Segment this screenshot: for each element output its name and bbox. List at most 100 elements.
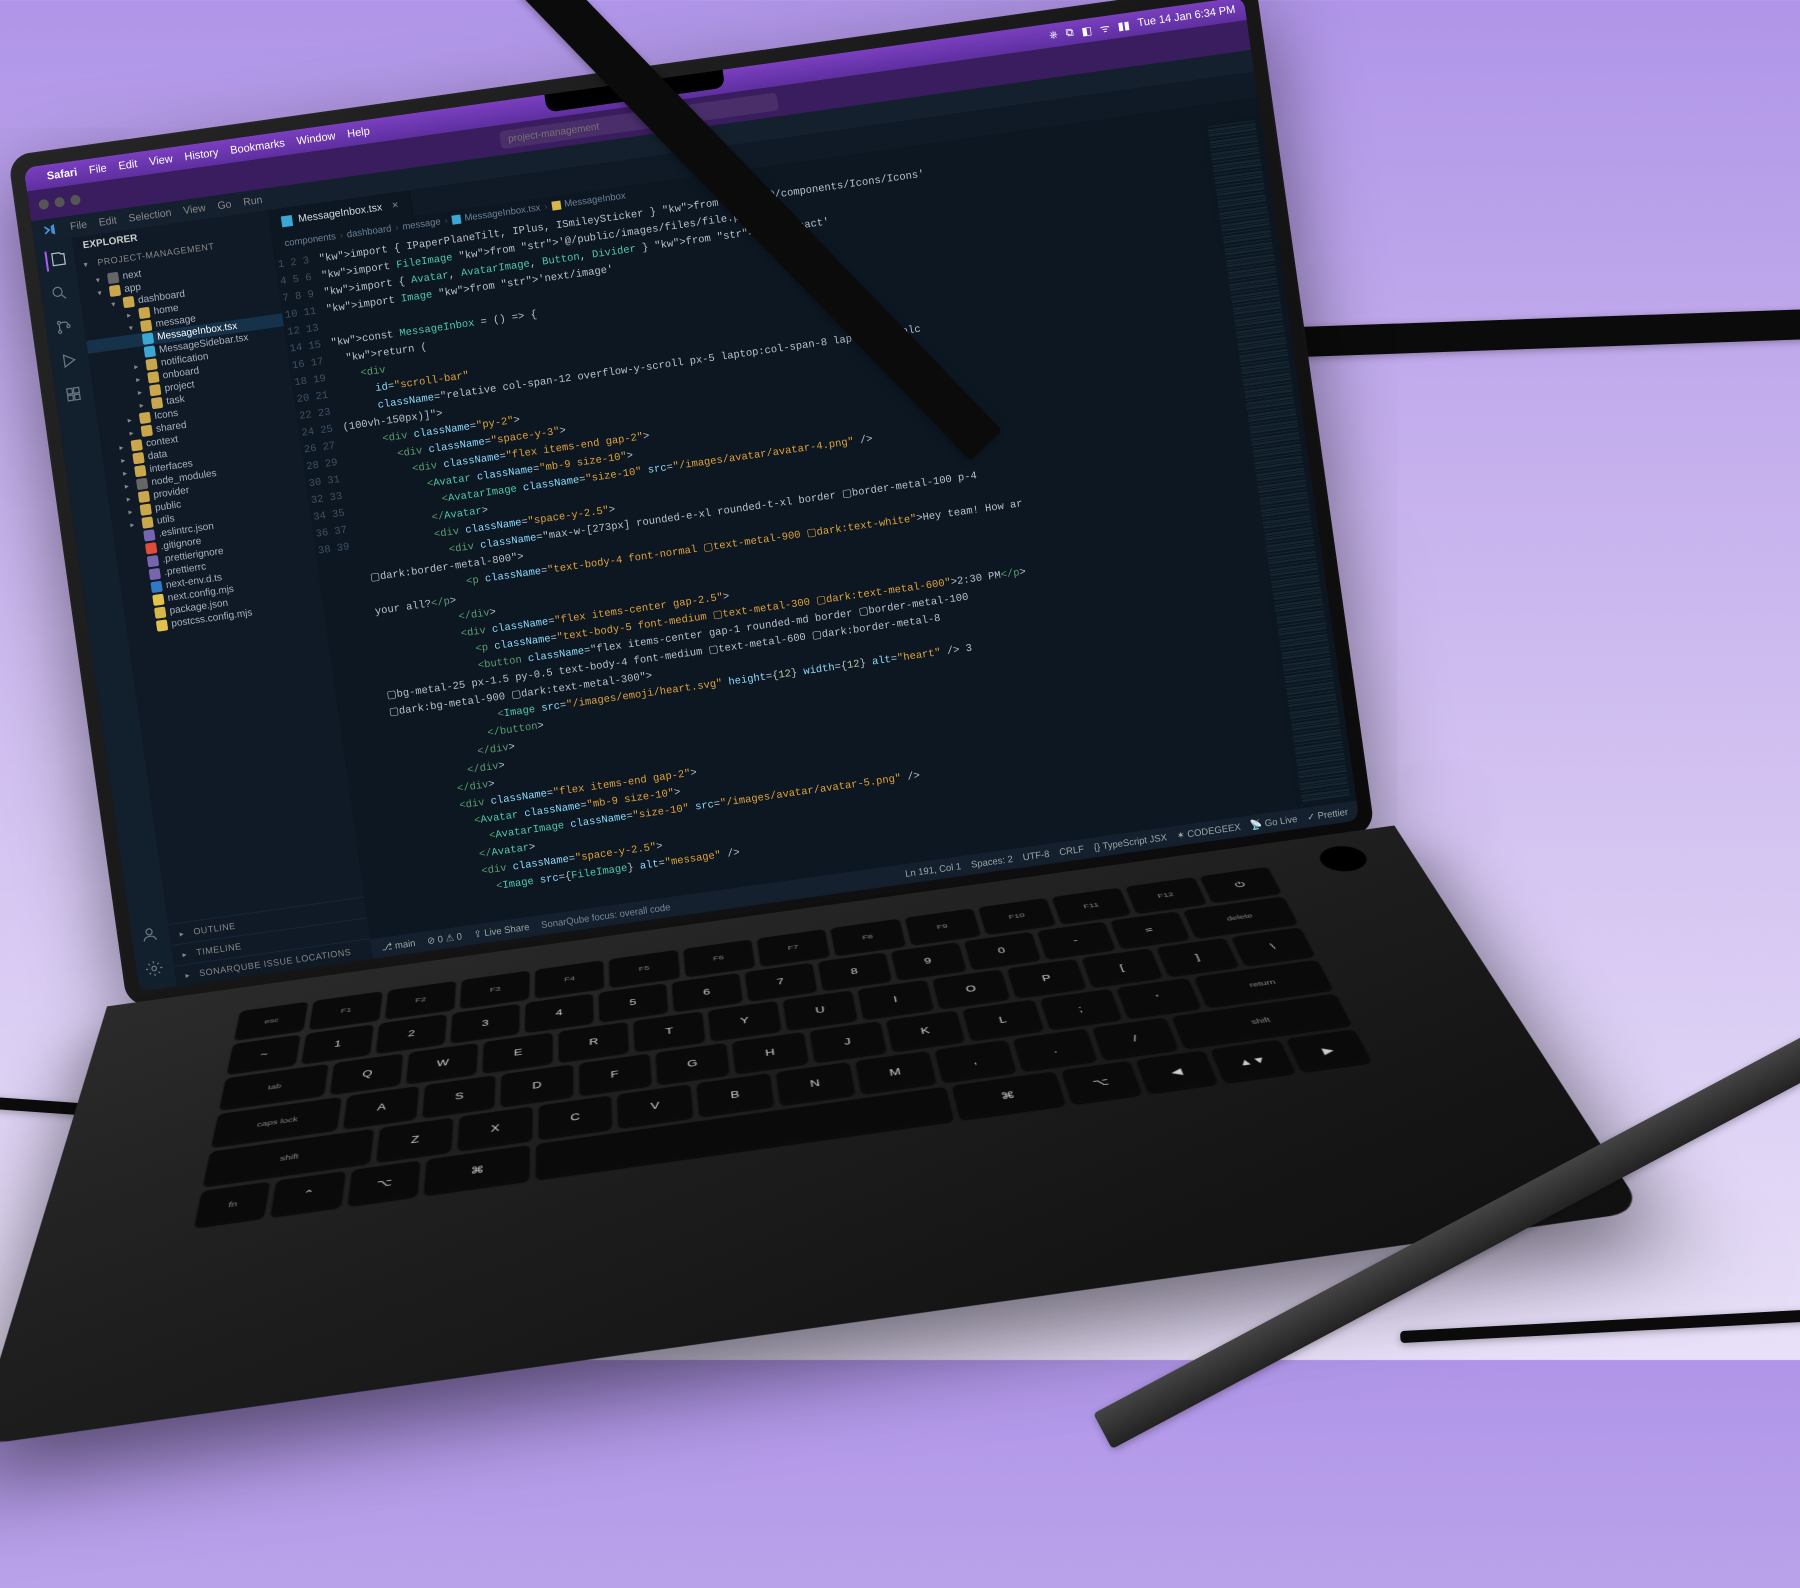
keyboard-key[interactable]: J (809, 1021, 886, 1062)
mac-menu-item[interactable]: Help (347, 125, 371, 140)
vscode-menu-item[interactable]: Go (217, 198, 233, 212)
keyboard-key[interactable]: 7 (745, 963, 817, 1001)
keyboard-key[interactable]: N (776, 1062, 855, 1105)
keyboard-key[interactable]: A (344, 1086, 419, 1129)
keyboard-key[interactable]: fn (194, 1182, 270, 1228)
keyboard-key[interactable]: - (1037, 922, 1115, 959)
keyboard-key[interactable]: F11 (1052, 888, 1131, 924)
keyboard-key[interactable]: T (634, 1011, 705, 1051)
keyboard-key[interactable]: Q (331, 1053, 404, 1094)
indentation-status[interactable]: Spaces: 2 (970, 853, 1013, 870)
vscode-menu-item[interactable]: View (182, 202, 206, 217)
wifi-icon[interactable]: ᯤ (1099, 20, 1111, 36)
keyboard-key[interactable]: 4 (525, 994, 593, 1033)
keyboard-key[interactable]: 0 (964, 932, 1040, 970)
keyboard-key[interactable]: 3 (451, 1004, 520, 1043)
keyboard-key[interactable]: 2 (376, 1014, 446, 1053)
keyboard-key[interactable]: U (783, 990, 857, 1030)
keyboard-key[interactable]: ; (1040, 989, 1122, 1030)
keyboard-key[interactable]: R (559, 1022, 629, 1062)
keyboard-key[interactable]: ▲▼ (1211, 1040, 1295, 1083)
accounts-activity-icon[interactable] (139, 924, 162, 947)
keyboard-key[interactable]: 5 (599, 983, 668, 1022)
keyboard-key[interactable]: 8 (818, 953, 891, 991)
keyboard-key[interactable]: . (1013, 1029, 1097, 1072)
encoding-status[interactable]: UTF-8 (1022, 848, 1050, 863)
keyboard-key[interactable]: W (407, 1043, 478, 1084)
keyboard-key[interactable]: C (538, 1095, 612, 1139)
run-debug-activity-icon[interactable] (59, 350, 82, 373)
keyboard-key[interactable]: ⏻ (1200, 867, 1282, 903)
battery-icon[interactable]: ▮▮ (1117, 18, 1131, 33)
mac-menu-item[interactable]: File (88, 162, 107, 176)
power-button[interactable] (1314, 843, 1373, 874)
keyboard-key[interactable]: ⌃ (271, 1171, 345, 1217)
mac-menu-item[interactable]: Window (296, 130, 336, 147)
mac-menu-item[interactable]: History (184, 147, 220, 164)
keyboard-key[interactable]: 1 (302, 1024, 374, 1063)
keyboard-key[interactable]: P (1007, 959, 1086, 998)
keyboard-key[interactable]: K (886, 1010, 965, 1051)
keyboard-key[interactable]: X (457, 1107, 532, 1151)
keyboard-key[interactable]: ▶ (1286, 1029, 1372, 1072)
keyboard-key[interactable]: O (933, 969, 1010, 1008)
keyboard-key[interactable]: S (422, 1075, 495, 1117)
menubar-icon[interactable]: ◧ (1081, 23, 1093, 37)
source-control-activity-icon[interactable] (54, 316, 77, 339)
keyboard-key[interactable]: Z (377, 1118, 453, 1162)
tree-item-label: app (124, 282, 142, 295)
keyboard-key[interactable]: L (963, 1000, 1043, 1041)
keyboard-key[interactable]: E (483, 1032, 553, 1073)
mac-menu-item[interactable]: Bookmarks (229, 137, 285, 157)
keyboard-key[interactable]: G (656, 1043, 730, 1085)
keyboard-key[interactable]: F6 (683, 939, 755, 976)
keyboard-key[interactable]: I (858, 980, 934, 1019)
keyboard-key[interactable]: ' (1117, 978, 1201, 1018)
vscode-menu-item[interactable]: File (69, 219, 87, 233)
prettier-status[interactable]: ✓ Prettier (1306, 806, 1348, 823)
eol-status[interactable]: CRLF (1059, 843, 1085, 857)
keyboard-key[interactable]: F (579, 1054, 651, 1096)
extensions-activity-icon[interactable] (63, 384, 86, 407)
keyboard-key[interactable]: ⌥ (1061, 1061, 1142, 1104)
keyboard-key[interactable]: \ (1231, 927, 1315, 965)
menubar-icon[interactable]: ⧉ (1065, 26, 1075, 40)
keyboard-key[interactable]: 6 (672, 973, 743, 1011)
keyboard-key[interactable]: D (501, 1064, 573, 1106)
laptop-mockup: Safari File Edit View History Bookmarks Windo… (8, 0, 1473, 1558)
keyboard-key[interactable]: 9 (891, 942, 966, 980)
mac-menu-item[interactable]: View (148, 153, 173, 168)
settings-activity-icon[interactable] (144, 958, 167, 981)
app-name-menu[interactable]: Safari (46, 167, 78, 183)
keyboard-key[interactable]: F5 (609, 950, 679, 987)
keyboard-key[interactable]: F8 (831, 919, 905, 956)
keyboard-key[interactable]: M (855, 1051, 935, 1094)
window-traffic-lights[interactable] (38, 194, 81, 210)
keyboard-key[interactable]: H (732, 1032, 808, 1074)
keyboard-key[interactable]: Y (709, 1001, 782, 1041)
keyboard-key[interactable]: V (618, 1084, 693, 1128)
menubar-icon[interactable]: ⎈ (1048, 28, 1059, 42)
keyboard-key[interactable]: ◀ (1136, 1050, 1218, 1093)
explorer-activity-icon[interactable] (44, 249, 67, 272)
problems-status[interactable]: ⊘ 0 ⚠ 0 (426, 931, 462, 947)
keyboard-key[interactable]: ] (1157, 938, 1239, 977)
keyboard-key[interactable]: F4 (535, 960, 604, 998)
keyboard-key[interactable]: / (1093, 1018, 1179, 1060)
search-activity-icon[interactable] (49, 283, 72, 306)
mac-menu-item[interactable]: Edit (118, 158, 138, 173)
keyboard-key[interactable]: = (1110, 911, 1189, 948)
keyboard-key[interactable]: , (934, 1040, 1016, 1083)
vscode-menu-item[interactable]: Edit (98, 214, 118, 228)
liveshare-status[interactable]: ⇪ Live Share (473, 921, 530, 940)
git-branch-status[interactable]: ⎇ main (381, 937, 416, 953)
breadcrumb-item[interactable]: message (402, 216, 442, 232)
keyboard-key[interactable]: ⌥ (348, 1160, 421, 1206)
cursor-position-status[interactable]: Ln 191, Col 1 (904, 861, 961, 880)
go-live-status[interactable]: 📡 Go Live (1250, 813, 1298, 830)
keyboard-key[interactable]: B (697, 1073, 774, 1116)
vscode-menu-item[interactable]: Run (242, 194, 263, 209)
vscode-menu-item[interactable]: Selection (128, 207, 172, 225)
keyboard-key[interactable]: [ (1082, 948, 1163, 987)
close-tab-icon[interactable]: × (391, 199, 399, 212)
